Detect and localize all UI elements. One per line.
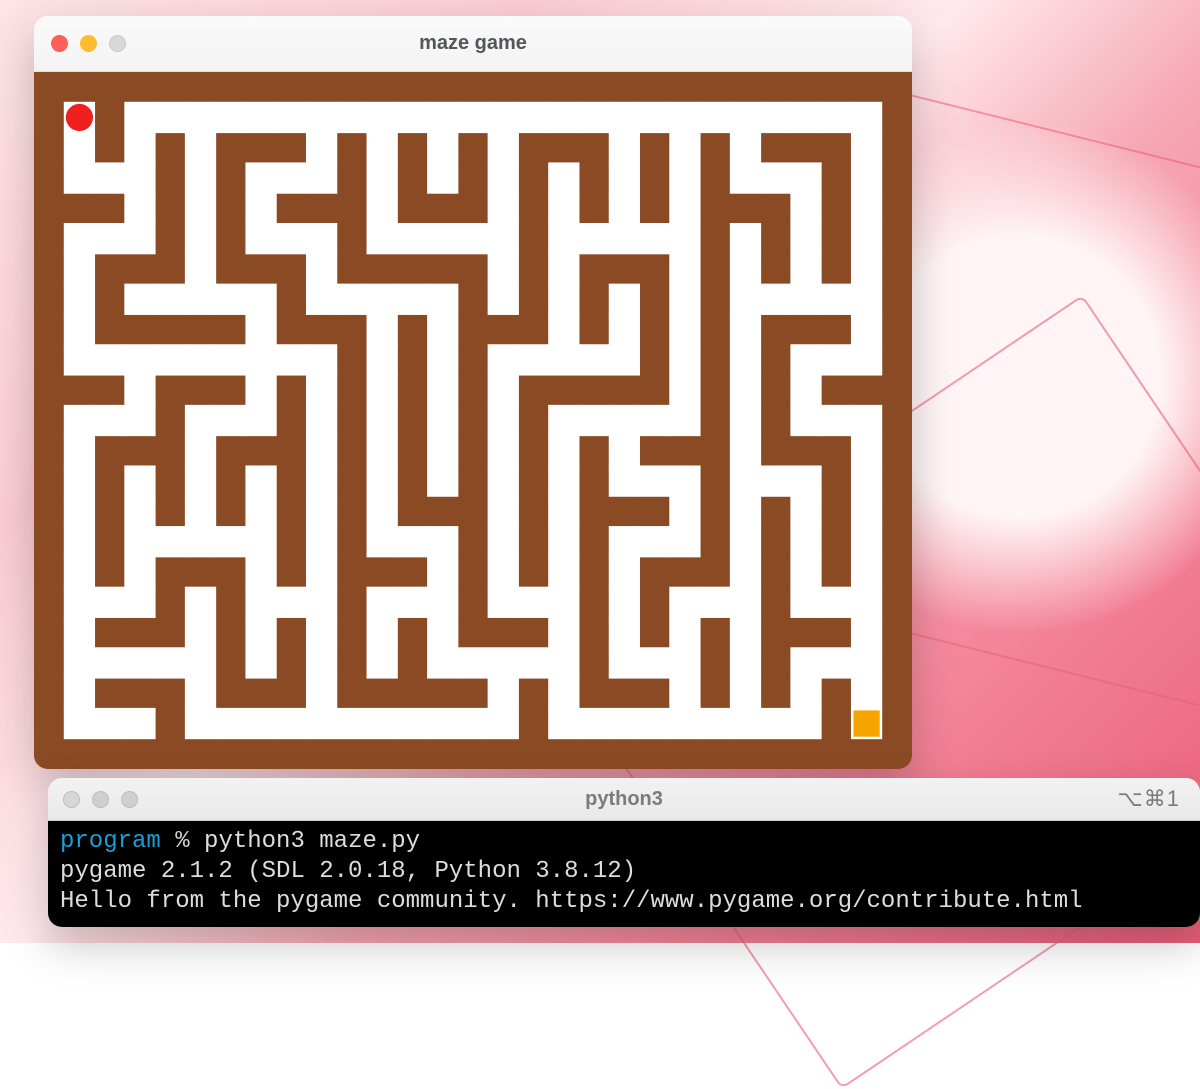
maze-canvas[interactable] [34, 72, 912, 769]
terminal-output[interactable]: program % python3 maze.py pygame 2.1.2 (… [48, 821, 1200, 927]
goal-icon [853, 710, 879, 736]
terminal-line: Hello from the pygame community. https:/… [60, 888, 1083, 915]
prompt-dir: program [60, 828, 161, 855]
prompt-sep: % [175, 828, 189, 855]
terminal-window: python3 ⌥⌘1 program % python3 maze.py py… [48, 778, 1200, 927]
terminal-line: pygame 2.1.2 (SDL 2.0.18, Python 3.8.12) [60, 858, 636, 885]
game-window-title: maze game [34, 32, 912, 55]
maze-svg [34, 72, 912, 769]
terminal-shortcut-hint: ⌥⌘1 [1117, 786, 1180, 812]
terminal-titlebar[interactable]: python3 ⌥⌘1 [48, 778, 1200, 821]
prompt-cmd: python3 maze.py [204, 828, 420, 855]
terminal-window-title: python3 [48, 788, 1200, 811]
maze-game-window: maze game [34, 16, 912, 769]
player-icon [66, 104, 93, 131]
game-titlebar[interactable]: maze game [34, 16, 912, 72]
